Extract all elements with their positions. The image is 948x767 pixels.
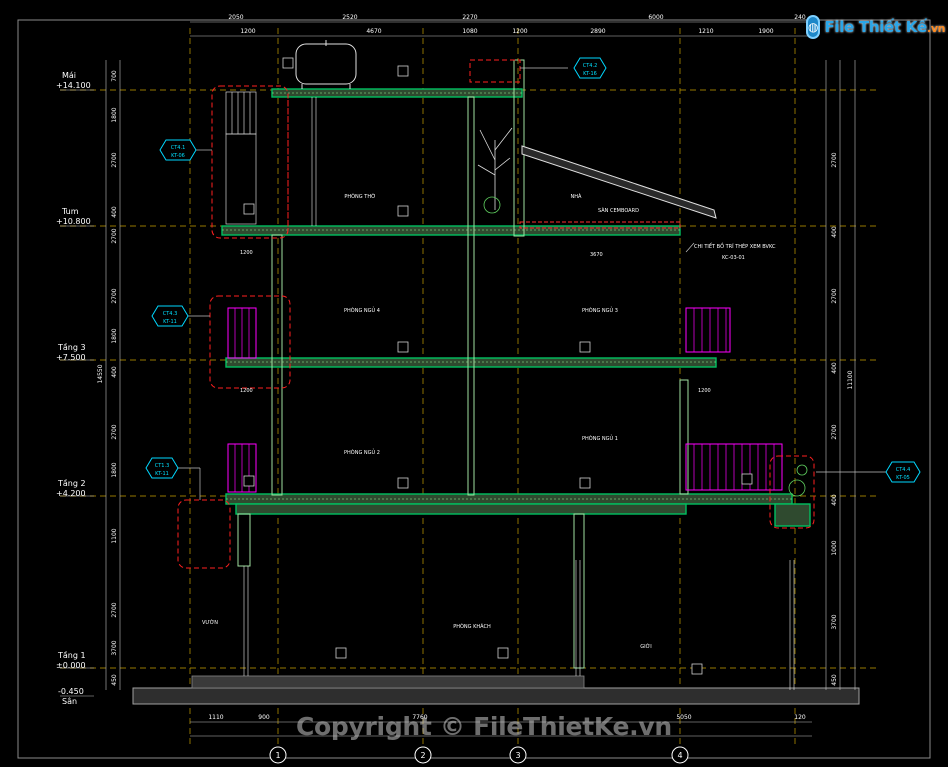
- note-detail-ref: KC-03-01: [722, 255, 745, 261]
- room-tho: PHÒNG THỜ: [344, 193, 375, 200]
- level-value-2: +10.800: [56, 217, 91, 226]
- level-name-1: Mái: [62, 71, 76, 80]
- room-vuon: VƯỜN: [202, 619, 218, 626]
- axis-label-2: 2: [420, 751, 425, 760]
- room-nha: NHÀ: [571, 193, 583, 200]
- right-dim-1: 400: [831, 226, 838, 238]
- top-detail-0: 1200: [240, 28, 255, 35]
- top-dim-2: 2270: [462, 14, 477, 21]
- top-dim-3: 6000: [648, 14, 663, 21]
- left-dim-5: 2700: [111, 288, 118, 303]
- top-detail-5: 1210: [698, 28, 713, 35]
- note-dim-1200b: 1200: [240, 388, 253, 394]
- tag-code-3: CT4.3: [163, 311, 178, 317]
- right-dim-0: 2700: [831, 152, 838, 167]
- tag-sheet-3: KT-11: [163, 319, 177, 325]
- right-dim-8: 1000: [831, 540, 838, 555]
- left-dim-3: 400: [111, 206, 118, 218]
- level-value-3: +7.500: [56, 353, 86, 362]
- right-dim-4: 2700: [831, 424, 838, 439]
- level-name-6: Sân: [62, 697, 77, 706]
- tag-sheet-5: KT-05: [896, 475, 910, 481]
- left-dim-2: 2700: [111, 152, 118, 167]
- ground-slab: [132, 687, 860, 705]
- brand-name: File Thiết Kế.vn: [824, 18, 945, 36]
- right-dim-2: 2700: [831, 288, 838, 303]
- bottom-dim-3: 5050: [676, 714, 691, 721]
- tag-code-4: CT1.3: [155, 463, 170, 469]
- copyright-watermark: Copyright © FileThietKe.vn: [296, 712, 672, 741]
- note-dim-3670: 3670: [590, 252, 603, 258]
- level-name-4: Tầng 2: [57, 478, 86, 488]
- right-dim-7: 450: [831, 674, 838, 686]
- top-detail-4: 2890: [590, 28, 605, 35]
- left-dim-8: 2700: [111, 424, 118, 439]
- bottom-dim-0: 1110: [208, 714, 223, 721]
- right-total: 11100: [847, 370, 854, 389]
- right-dim-6: 3700: [831, 614, 838, 629]
- top-dim-0: 2050: [228, 14, 243, 21]
- level-value-4: +4.200: [56, 489, 86, 498]
- section-drawing: Mái +14.100 Tum +10.800 Tầng 3 +7.500 Tầ…: [0, 0, 948, 767]
- left-dim-1: 1800: [111, 107, 118, 122]
- note-slab: SÀN CEMBOARD: [598, 207, 639, 214]
- brand-logo[interactable]: ◍ File Thiết Kế.vn: [806, 10, 946, 44]
- top-detail-2: 1080: [462, 28, 477, 35]
- right-dim-3: 400: [831, 362, 838, 374]
- room-ngu4: PHÒNG NGỦ 4: [344, 306, 380, 314]
- globe-icon: ◍: [806, 15, 821, 39]
- right-dim-5: 400: [831, 494, 838, 506]
- bottom-dim-4: 120: [794, 714, 806, 721]
- left-total: 14550: [97, 364, 104, 383]
- top-detail-6: 1900: [758, 28, 773, 35]
- room-ngu3: PHÒNG NGỦ 3: [582, 306, 618, 314]
- left-dim-9: 1800: [111, 462, 118, 477]
- left-dim-7: 400: [111, 366, 118, 378]
- tag-sheet-1: KT-06: [171, 153, 185, 159]
- brand-main: File Thiết Kế: [824, 18, 927, 36]
- tag-code-2: CT4.2: [583, 63, 598, 69]
- room-khach: PHÒNG KHÁCH: [453, 623, 491, 630]
- note-dim-1200c: 1200: [698, 388, 711, 394]
- brand-suffix: .vn: [926, 22, 946, 35]
- tag-sheet-4: KT-11: [155, 471, 169, 477]
- room-ngu2: PHÒNG NGỦ 2: [344, 448, 380, 456]
- axis-label-4: 4: [677, 751, 682, 760]
- top-dim-1: 2520: [342, 14, 357, 21]
- tag-code-5: CT4.4: [896, 467, 911, 473]
- level-name-2: Tum: [61, 207, 79, 216]
- note-dim-1200a: 1200: [240, 250, 253, 256]
- left-dim-12: 3700: [111, 640, 118, 655]
- room-ngu1: PHÒNG NGỦ 1: [582, 434, 618, 442]
- level-name-5: Tầng 1: [57, 650, 86, 660]
- top-detail-3: 1200: [512, 28, 527, 35]
- tag-code-1: CT4.1: [171, 145, 186, 151]
- left-dim-4: 2700: [111, 228, 118, 243]
- level-value-1: +14.100: [56, 81, 91, 90]
- tag-sheet-2: KT-16: [583, 71, 597, 77]
- foundation-fill: [191, 675, 585, 689]
- left-dim-11: 2700: [111, 602, 118, 617]
- bottom-dim-1: 900: [258, 714, 270, 721]
- top-detail-1: 4670: [366, 28, 381, 35]
- left-dim-13: 450: [111, 674, 118, 686]
- room-gioi: GIỚI: [640, 643, 651, 650]
- left-dim-10: 1100: [111, 528, 118, 543]
- level-value-6: -0.450: [58, 687, 84, 696]
- level-value-5: ±0.000: [56, 661, 86, 670]
- level-name-3: Tầng 3: [57, 342, 86, 352]
- left-dim-0: 700: [111, 70, 118, 82]
- left-dim-6: 1800: [111, 328, 118, 343]
- top-dim-4: 240: [794, 14, 806, 21]
- axis-label-1: 1: [275, 751, 280, 760]
- axis-label-3: 3: [515, 751, 520, 760]
